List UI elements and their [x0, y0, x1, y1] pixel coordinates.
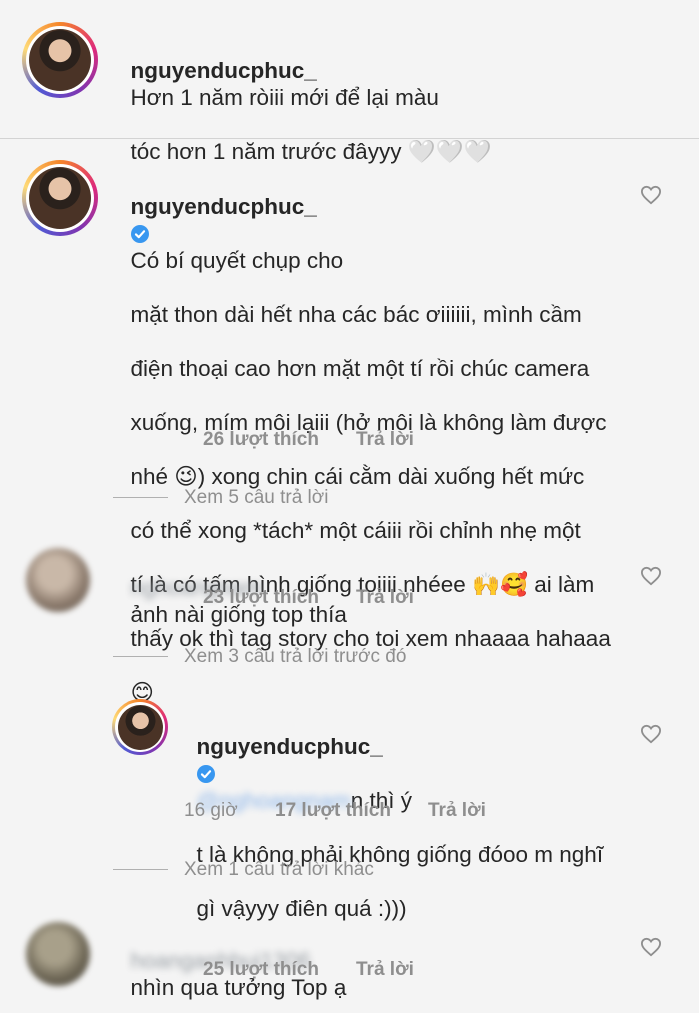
comment-avatar[interactable] [26, 548, 90, 612]
caption-avatar[interactable] [22, 22, 98, 98]
like-heart-icon[interactable] [640, 937, 662, 957]
like-heart-icon[interactable] [640, 724, 662, 744]
reply-button[interactable]: Trả lời [356, 587, 414, 609]
likes-count[interactable]: 17 lượt thích [275, 800, 391, 822]
view-replies-line [113, 497, 168, 498]
caption-divider [0, 138, 699, 139]
view-previous-link[interactable]: Xem 3 câu trả lời trước đó [184, 646, 406, 668]
avatar-photo [29, 29, 91, 91]
like-heart-icon[interactable] [640, 185, 662, 205]
comment-avatar[interactable] [22, 160, 98, 236]
verified-badge-icon [196, 765, 215, 783]
avatar-photo [117, 704, 163, 750]
reply-button[interactable]: Trả lời [356, 959, 414, 981]
view-replies-link[interactable]: Xem 5 câu trả lời [184, 487, 328, 509]
comment-line: mặt thon dài hết nha các bác ơiiiiii, mì… [130, 302, 582, 327]
comment-line: có thể xong *tách* một cáiii rồi chỉnh n… [130, 518, 581, 543]
reply-timestamp: 16 giờ [184, 800, 238, 821]
view-previous-line [113, 656, 168, 657]
reply-username[interactable]: nguyenducphuc_ [197, 734, 383, 759]
caption-line1: Hơn 1 năm ròiii mới để lại màu [130, 85, 439, 110]
avatar-photo [29, 167, 91, 229]
comment-line: Có bí quyết chụp cho [130, 248, 344, 273]
view-more-line [113, 869, 168, 870]
verified-badge-icon [130, 225, 149, 243]
reply-text: nguyenducphuc_ @nghoangnamn thì ý t là k… [184, 706, 644, 922]
view-more-link[interactable]: Xem 1 câu trả lời khác [184, 859, 374, 881]
likes-count[interactable]: 26 lượt thích [203, 429, 319, 451]
caption-username[interactable]: nguyenducphuc_ [131, 58, 317, 83]
comment-line: nhé 😉) xong chin cái cằm dài xuống hết m… [130, 464, 585, 489]
comment-username[interactable]: nguyenducphuc_ [131, 194, 317, 219]
reply-line: gì vậyyy điên quá :))) [196, 896, 407, 921]
caption-line2: tóc hơn 1 năm trước đâyyy 🤍🤍🤍 [130, 139, 492, 164]
likes-count[interactable]: 25 lượt thích [203, 959, 319, 981]
reply-button[interactable]: Trả lời [428, 800, 486, 822]
like-heart-icon[interactable] [640, 566, 662, 586]
reply-button[interactable]: Trả lời [356, 429, 414, 451]
reply-avatar[interactable] [112, 699, 168, 755]
caption-text: nguyenducphuc_ Hơn 1 năm ròiii mới để lạ… [118, 30, 678, 165]
likes-count[interactable]: 23 lượt thích [203, 587, 319, 609]
comment-line: điện thoại cao hơn mặt một tí rồi chúc c… [130, 356, 590, 381]
comment-avatar[interactable] [26, 922, 90, 986]
